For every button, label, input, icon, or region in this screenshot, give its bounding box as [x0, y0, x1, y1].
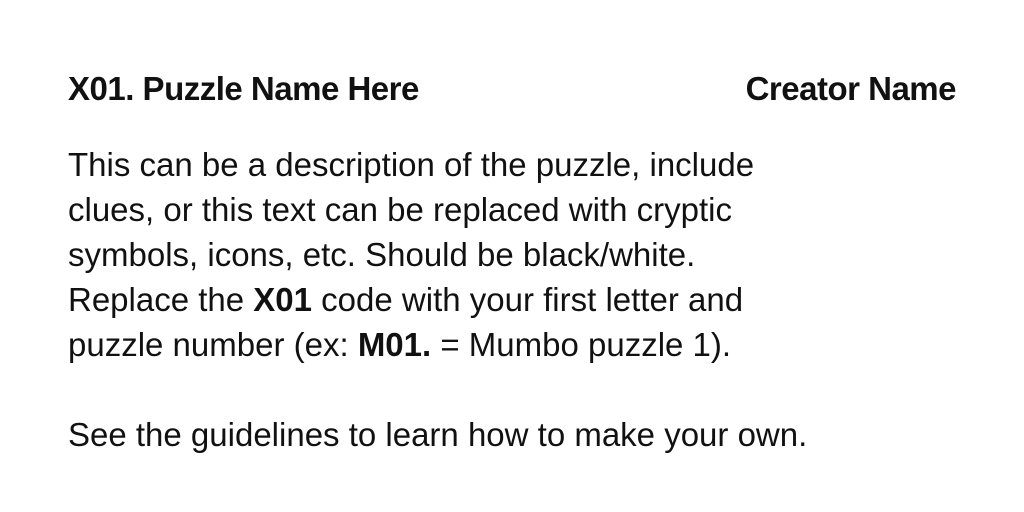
- description-line: Replace the X01 code with your first let…: [68, 277, 956, 322]
- description-text: = Mumbo puzzle 1).: [431, 326, 732, 363]
- code-example-bold: X01: [253, 281, 313, 318]
- description-text: Replace the: [68, 281, 254, 318]
- guidelines-line: See the guidelines to learn how to make …: [68, 412, 956, 457]
- description-text: code with your first letter and: [312, 281, 744, 318]
- description-text: This can be a description of the puzzle,…: [68, 146, 755, 183]
- puzzle-title: X01. Puzzle Name Here: [68, 70, 419, 107]
- creator-name: Creator Name: [745, 70, 957, 107]
- description-text: symbols, icons, etc. Should be black/whi…: [68, 236, 696, 273]
- description-line: This can be a description of the puzzle,…: [68, 142, 956, 187]
- puzzle-description: This can be a description of the puzzle,…: [68, 142, 956, 457]
- card-header: X01. Puzzle Name Here Creator Name: [68, 70, 957, 114]
- description-text: clues, or this text can be replaced with…: [68, 191, 732, 228]
- code-example-bold: M01.: [357, 326, 432, 363]
- description-text: puzzle number (ex:: [68, 326, 358, 363]
- description-line: symbols, icons, etc. Should be black/whi…: [68, 232, 956, 277]
- guidelines-text: See the guidelines to learn how to make …: [68, 416, 808, 453]
- puzzle-card: X01. Puzzle Name Here Creator Name This …: [68, 70, 957, 457]
- description-line: clues, or this text can be replaced with…: [68, 187, 956, 232]
- description-line: puzzle number (ex: M01. = Mumbo puzzle 1…: [68, 322, 956, 367]
